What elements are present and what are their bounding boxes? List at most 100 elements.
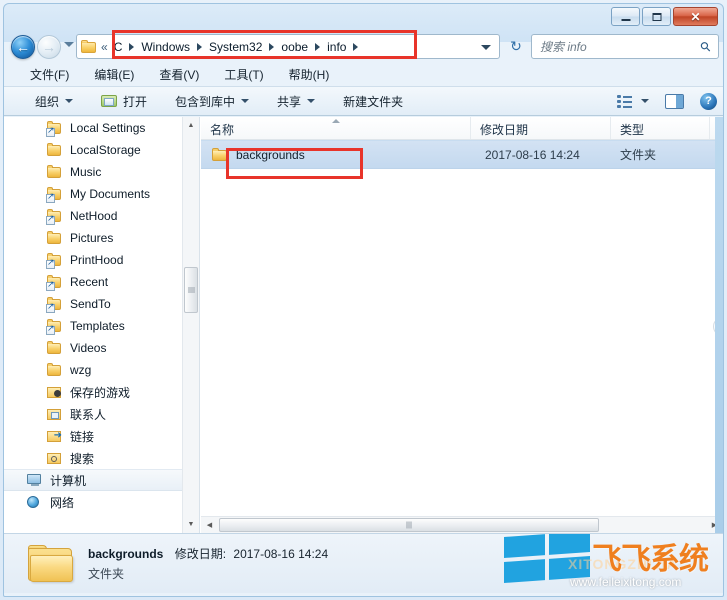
sidebar-item-7[interactable]: Recent — [4, 271, 199, 293]
refresh-icon: ↻ — [510, 38, 522, 54]
column-header-type[interactable]: 类型 — [611, 117, 710, 139]
searches-folder-icon — [46, 451, 64, 466]
scrollbar-thumb[interactable] — [219, 518, 599, 532]
sidebar-item-label: NetHood — [70, 209, 118, 223]
organize-label: 组织 — [35, 94, 60, 109]
breadcrumb-separator-icon[interactable] — [269, 42, 275, 51]
organize-button[interactable]: 组织 — [28, 89, 80, 114]
search-input[interactable]: 搜索 info ⚲ — [531, 34, 719, 59]
breadcrumb-item-info[interactable]: info — [324, 38, 349, 56]
change-view-icon[interactable] — [617, 94, 633, 108]
menu-edit[interactable]: 编辑(E) — [90, 64, 138, 85]
chevron-down-icon[interactable] — [641, 99, 649, 103]
breadcrumb-separator-icon[interactable] — [197, 42, 203, 51]
breadcrumb-item-oobe[interactable]: oobe — [278, 38, 311, 56]
file-list-pane: 名称 修改日期 类型 backgrounds 2017-08-16 14:24 … — [201, 117, 723, 533]
scroll-left-icon[interactable]: ◀ — [201, 517, 218, 533]
address-dropdown-icon[interactable] — [481, 45, 491, 50]
sidebar-item-17[interactable]: 网络 — [4, 491, 199, 513]
menu-file[interactable]: 文件(F) — [26, 64, 73, 85]
new-folder-button[interactable]: 新建文件夹 — [336, 89, 410, 114]
sidebar-item-label: My Documents — [70, 187, 151, 201]
file-date-cell: 2017-08-16 14:24 — [485, 147, 580, 162]
table-row[interactable]: backgrounds 2017-08-16 14:24 文件夹 — [201, 140, 723, 169]
recent-locations-dropdown-icon[interactable] — [64, 42, 74, 47]
sidebar-item-11[interactable]: wzg — [4, 359, 199, 381]
sidebar-item-0[interactable]: Local Settings — [4, 117, 199, 139]
share-button[interactable]: 共享 — [270, 89, 322, 114]
sidebar-item-1[interactable]: LocalStorage — [4, 139, 199, 161]
open-label: 打开 — [123, 94, 148, 109]
share-label: 共享 — [277, 94, 302, 109]
folder-icon — [46, 362, 64, 378]
maximize-button[interactable] — [642, 7, 671, 26]
chevron-down-icon — [307, 99, 316, 103]
sidebar-item-8[interactable]: SendTo — [4, 293, 199, 315]
scroll-up-icon[interactable]: ▲ — [183, 117, 199, 134]
maximize-icon — [652, 12, 661, 21]
saved-games-folder-icon — [46, 385, 64, 400]
folder-shortcut-icon — [46, 296, 64, 313]
menu-help[interactable]: 帮助(H) — [285, 64, 334, 85]
toolbar-right-group: ? — [617, 92, 717, 110]
sidebar-item-3[interactable]: My Documents — [4, 183, 199, 205]
navigation-pane-scrollbar[interactable]: ▲ ▼ — [182, 117, 199, 533]
sidebar-item-4[interactable]: NetHood — [4, 205, 199, 227]
forward-button[interactable]: → — [37, 35, 61, 59]
sidebar-item-10[interactable]: Videos — [4, 337, 199, 359]
column-header-name-label: 名称 — [210, 123, 235, 137]
sidebar-item-5[interactable]: Pictures — [4, 227, 199, 249]
sidebar-item-16[interactable]: 计算机 — [4, 469, 199, 491]
sidebar-item-13[interactable]: 联系人 — [4, 403, 199, 425]
sidebar-item-label: 搜索 — [70, 451, 95, 466]
minimize-button[interactable] — [611, 7, 640, 26]
explorer-window: ✕ ← → « C Windows System32 oobe info ↻ 搜… — [0, 0, 727, 600]
column-header-date-label: 修改日期 — [480, 123, 529, 137]
breadcrumb-separator-icon[interactable] — [129, 42, 135, 51]
sidebar-item-15[interactable]: 搜索 — [4, 447, 199, 469]
back-button[interactable]: ← — [11, 35, 35, 59]
show-preview-pane-icon[interactable] — [665, 93, 684, 109]
breadcrumb-item-windows[interactable]: Windows — [138, 38, 193, 56]
folder-shortcut-icon — [46, 274, 64, 291]
file-list-horizontal-scrollbar[interactable]: ◀ ▶ — [201, 516, 723, 533]
close-button[interactable]: ✕ — [673, 7, 718, 26]
breadcrumb-overflow-icon[interactable]: « — [101, 40, 108, 54]
network-icon — [26, 495, 44, 510]
sidebar-item-6[interactable]: PrintHood — [4, 249, 199, 271]
breadcrumb-item-system32[interactable]: System32 — [206, 38, 265, 56]
sort-ascending-icon — [331, 119, 340, 123]
menu-tools[interactable]: 工具(T) — [220, 64, 267, 85]
include-in-library-button[interactable]: 包含到库中 — [168, 89, 256, 114]
folder-icon — [212, 147, 229, 162]
sidebar-item-14[interactable]: 链接 — [4, 425, 199, 447]
help-icon[interactable]: ? — [700, 92, 717, 110]
details-type: 文件夹 — [88, 567, 125, 581]
breadcrumb-item-c[interactable]: C — [111, 38, 126, 56]
file-name-label: backgrounds — [236, 147, 305, 162]
sidebar-item-2[interactable]: Music — [4, 161, 199, 183]
open-button[interactable]: 打开 — [94, 89, 154, 114]
breadcrumb-separator-icon[interactable] — [315, 42, 321, 51]
sidebar-item-label: Recent — [70, 275, 109, 289]
column-header-name[interactable]: 名称 — [201, 117, 471, 139]
scroll-down-icon[interactable]: ▼ — [183, 516, 199, 533]
sidebar-item-12[interactable]: 保存的游戏 — [4, 381, 199, 403]
column-headers: 名称 修改日期 类型 — [201, 117, 723, 140]
file-name-cell: backgrounds — [201, 147, 471, 162]
folder-icon — [81, 39, 97, 54]
window-right-gutter — [715, 117, 723, 533]
menu-view[interactable]: 查看(V) — [155, 64, 203, 85]
breadcrumb-separator-icon[interactable] — [353, 42, 359, 51]
address-bar-row: ← → « C Windows System32 oobe info ↻ 搜索 … — [4, 31, 723, 62]
close-icon: ✕ — [690, 9, 701, 24]
sidebar-item-label: wzg — [70, 363, 92, 377]
minimize-icon — [621, 18, 630, 21]
sidebar-item-9[interactable]: Templates — [4, 315, 199, 337]
address-bar[interactable]: « C Windows System32 oobe info — [76, 34, 500, 59]
refresh-button[interactable]: ↻ — [504, 34, 528, 59]
sidebar-item-label: Templates — [70, 319, 125, 333]
column-header-date-modified[interactable]: 修改日期 — [471, 117, 611, 139]
scrollbar-thumb[interactable] — [184, 267, 198, 313]
watermark: XITONGZHIJIA 飞飞系统 www.feileixitong.com — [496, 534, 720, 591]
